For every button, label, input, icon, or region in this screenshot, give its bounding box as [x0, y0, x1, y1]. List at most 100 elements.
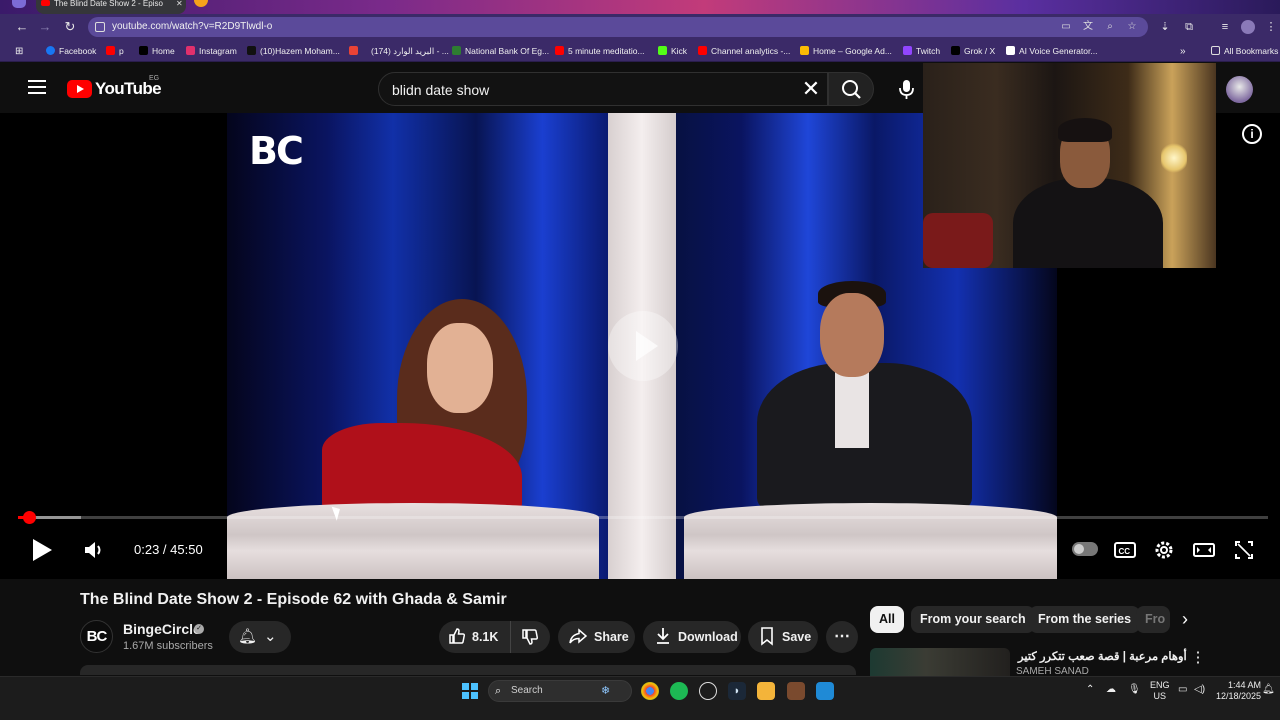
- extensions-icon[interactable]: ⧉: [1182, 20, 1196, 34]
- bookmark-item[interactable]: p: [106, 45, 124, 58]
- bookmark-item[interactable]: [349, 45, 362, 58]
- info-icon[interactable]: i: [1242, 124, 1262, 144]
- share-button[interactable]: Share: [558, 621, 635, 653]
- network-icon[interactable]: ▭: [1178, 684, 1187, 695]
- bookmark-item[interactable]: AI Voice Generator...: [1006, 45, 1097, 58]
- webcam-person-hair: [1058, 118, 1112, 142]
- browser-tab-active[interactable]: The Blind Date Show 2 - Episo: [36, 0, 186, 14]
- notifications-button[interactable]: 🔔︎ ⌄: [229, 621, 291, 653]
- browser-menu-icon[interactable]: ⋮: [1264, 20, 1278, 34]
- photos-icon[interactable]: [816, 682, 834, 700]
- theater-mode-button[interactable]: [1191, 536, 1217, 564]
- forward-arrow-icon[interactable]: →: [36, 18, 54, 36]
- chip-from-your-search[interactable]: From your search: [911, 606, 1035, 633]
- bookmark-item[interactable]: Instagram: [186, 45, 237, 58]
- bookmark-item[interactable]: Home: [139, 45, 175, 58]
- bookmark-item[interactable]: Twitch: [903, 45, 940, 58]
- channel-name[interactable]: BingeCircle: [123, 621, 201, 637]
- zoom-icon[interactable]: ⌕: [1104, 21, 1116, 33]
- reload-icon[interactable]: ↻: [61, 18, 79, 36]
- bookmark-item[interactable]: Kick: [658, 45, 687, 58]
- dislike-button[interactable]: [510, 621, 550, 653]
- progress-scrubber-handle[interactable]: [22, 511, 36, 524]
- search-button[interactable]: [828, 72, 874, 106]
- fullscreen-button[interactable]: [1231, 536, 1257, 564]
- steam-icon[interactable]: ◗: [728, 682, 746, 700]
- browser-toolbar: ← → ↻ youtube.com/watch?v=R2D9Tlwdl-o ▭ …: [0, 14, 1280, 40]
- description-box[interactable]: [80, 665, 856, 675]
- bookmark-item[interactable]: Home – Google Ad...: [800, 45, 892, 58]
- bookmark-item[interactable]: National Bank Of Eg...: [452, 45, 549, 58]
- save-button[interactable]: Save: [748, 621, 818, 653]
- channel-avatar[interactable]: BC: [80, 620, 113, 653]
- vertical-more-icon[interactable]: ⋮: [1190, 648, 1206, 668]
- chip-all[interactable]: All: [870, 606, 904, 633]
- site-info-icon[interactable]: [95, 22, 105, 32]
- chip-from-the-series[interactable]: From the series: [1029, 606, 1141, 633]
- settings-button[interactable]: [1151, 536, 1177, 564]
- mute-button[interactable]: [80, 536, 108, 564]
- speaker-icon[interactable]: ◁): [1194, 684, 1205, 695]
- hamburger-menu-icon[interactable]: [28, 80, 46, 94]
- country-code: EG: [149, 75, 160, 82]
- thumbs-up-icon: [449, 628, 465, 644]
- spotify-icon[interactable]: [670, 682, 688, 700]
- big-play-icon[interactable]: [608, 311, 678, 381]
- apps-grid-icon[interactable]: ⊞: [15, 45, 23, 58]
- tab-close-icon[interactable]: ✕: [176, 0, 183, 8]
- bookmark-item[interactable]: Channel analytics -...: [698, 45, 790, 58]
- cast-icon[interactable]: ▭: [1060, 21, 1072, 33]
- youtube-icon: [106, 46, 115, 55]
- bookmark-star-icon[interactable]: ☆: [1126, 21, 1138, 33]
- autoplay-toggle[interactable]: [1072, 542, 1098, 556]
- bookmark-item[interactable]: 5 minute meditatio...: [555, 45, 645, 58]
- bookmark-item[interactable]: (174) البريد الوارد - ...: [371, 45, 449, 58]
- app-icon[interactable]: [787, 682, 805, 700]
- search-input[interactable]: blidn date show: [378, 72, 828, 106]
- translate-icon[interactable]: 文: [1082, 21, 1094, 33]
- all-bookmarks[interactable]: All Bookmarks: [1211, 45, 1278, 58]
- tiktok-icon: [247, 46, 256, 55]
- webcam-lamp: [1161, 143, 1187, 173]
- recommendation-thumbnail[interactable]: [870, 648, 1010, 676]
- more-actions-button[interactable]: ⋯: [826, 621, 858, 653]
- download-button[interactable]: Download: [643, 621, 741, 653]
- clock[interactable]: 1:44 AM 12/18/2025: [1216, 680, 1261, 702]
- onedrive-icon[interactable]: ☁︎: [1106, 684, 1116, 695]
- new-tab-icon[interactable]: [194, 0, 208, 7]
- svg-text:CC: CC: [1119, 547, 1131, 556]
- more-bookmarks-icon[interactable]: »: [1180, 45, 1186, 58]
- microphone-tray-icon[interactable]: 🎙︎: [1128, 684, 1141, 695]
- profile-avatar[interactable]: [1241, 20, 1255, 34]
- chip-truncated[interactable]: Fro: [1136, 606, 1170, 633]
- obs-icon[interactable]: [699, 682, 717, 700]
- clear-search-icon[interactable]: ✕: [798, 72, 824, 106]
- tray-expand-icon[interactable]: ⌃: [1086, 684, 1094, 695]
- file-explorer-icon[interactable]: [757, 682, 775, 700]
- media-control-icon[interactable]: ≡: [1218, 20, 1232, 34]
- like-button[interactable]: 8.1K: [439, 621, 510, 653]
- chrome-icon[interactable]: [641, 682, 659, 700]
- download-icon[interactable]: ⇣: [1158, 20, 1172, 34]
- subtitles-button[interactable]: CC: [1112, 536, 1138, 564]
- tab-search-icon[interactable]: [12, 0, 26, 8]
- language-indicator[interactable]: ENG US: [1150, 680, 1170, 702]
- recommendation-title[interactable]: أوهام مرعبة | قصة صعب تتكرر كتير: [1018, 649, 1187, 663]
- address-bar[interactable]: youtube.com/watch?v=R2D9Tlwdl-o ▭ 文 ⌕ ☆: [88, 17, 1148, 37]
- play-button[interactable]: [28, 536, 56, 564]
- notification-bell-icon[interactable]: 🔔︎: [1262, 684, 1275, 695]
- voice-search-button[interactable]: [886, 72, 926, 106]
- google-ads-icon: [800, 46, 809, 55]
- bookmark-item[interactable]: Facebook: [46, 45, 96, 58]
- search-icon: ⌕: [495, 685, 502, 697]
- save-label: Save: [782, 630, 812, 644]
- windows-start-icon[interactable]: [462, 683, 478, 699]
- bookmark-item[interactable]: Grok / X: [951, 45, 995, 58]
- bookmark-item[interactable]: (10)Hazem Moham...: [247, 45, 340, 58]
- account-avatar[interactable]: [1226, 76, 1253, 103]
- back-arrow-icon[interactable]: ←: [13, 18, 31, 36]
- progress-bar[interactable]: [18, 516, 1268, 519]
- chevron-right-icon[interactable]: ›: [1174, 606, 1196, 633]
- taskbar-search[interactable]: ⌕ Search ❄︎: [488, 680, 632, 702]
- subscriber-count: 1.67M subscribers: [123, 640, 213, 652]
